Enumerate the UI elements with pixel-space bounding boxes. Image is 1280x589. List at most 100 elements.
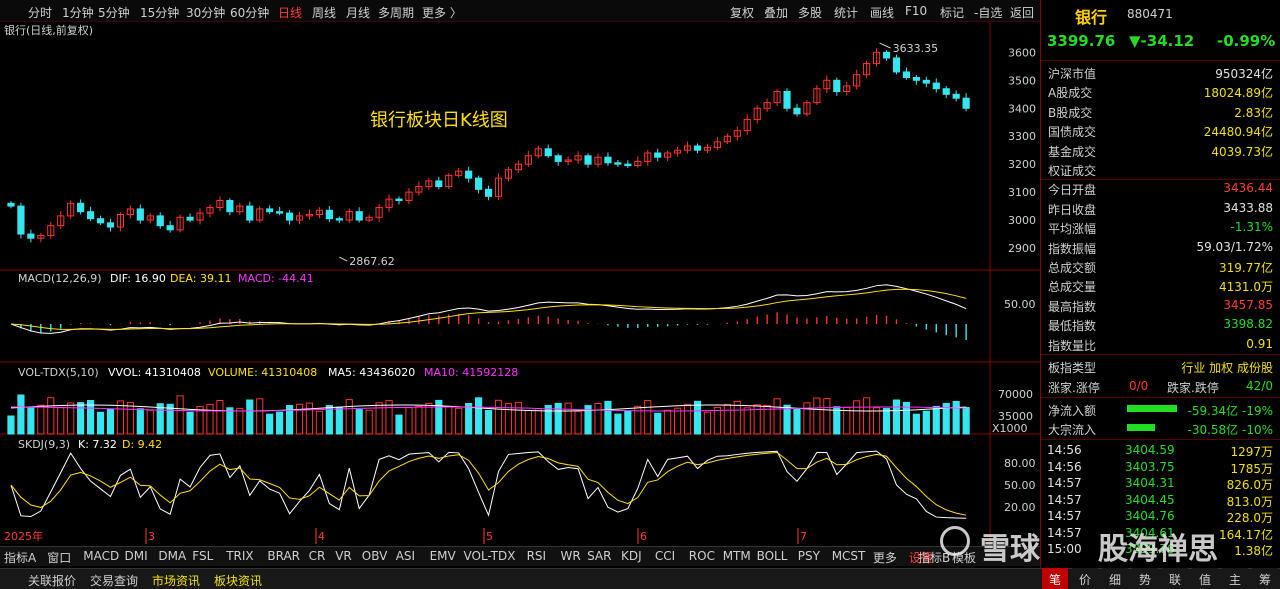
y-tick-main: 3500 bbox=[1008, 74, 1036, 87]
period-9[interactable]: 多周期 bbox=[378, 4, 414, 21]
chart-title: 银行板块日K线图 bbox=[370, 110, 508, 131]
tool-1[interactable]: 叠加 bbox=[764, 4, 788, 21]
macd-dea: DEA: 39.11 bbox=[170, 272, 231, 285]
tick-row[interactable]: 14:56 3404.59 1297万 bbox=[1041, 442, 1280, 459]
vol-y-tick: 70000 bbox=[998, 388, 1033, 401]
period-3[interactable]: 15分钟 bbox=[140, 4, 179, 21]
panel-tab-6[interactable]: 主 bbox=[1222, 568, 1248, 589]
status-tab-1[interactable]: 交易查询 bbox=[90, 572, 138, 589]
indicator-tab-21[interactable]: BOLL bbox=[757, 549, 788, 563]
tool-7[interactable]: -自选 bbox=[974, 4, 1002, 21]
indicator-tab-1[interactable]: 窗口 bbox=[47, 549, 71, 566]
indicator-tab-18[interactable]: CCI bbox=[655, 549, 675, 563]
status-tab-2[interactable]: 市场资讯 bbox=[152, 572, 200, 589]
tool-6[interactable]: 标记 bbox=[940, 4, 964, 21]
period-0[interactable]: 分时 bbox=[28, 4, 52, 21]
indicator-tab-3[interactable]: DMI bbox=[125, 549, 148, 563]
tick-row[interactable]: 14:57 3404.76 228.0万 bbox=[1041, 508, 1280, 525]
panel-tab-0[interactable]: 笔 bbox=[1042, 568, 1068, 589]
panel-tab-1[interactable]: 价 bbox=[1072, 568, 1098, 589]
tool-0[interactable]: 复权 bbox=[730, 4, 754, 21]
volume-bar bbox=[27, 406, 35, 435]
period-7[interactable]: 周线 bbox=[312, 4, 336, 21]
indicator-tab-15[interactable]: WR bbox=[561, 549, 581, 563]
period-1[interactable]: 1分钟 bbox=[62, 4, 94, 21]
period-6[interactable]: 日线 bbox=[278, 4, 302, 21]
volume-bar bbox=[295, 403, 304, 435]
indicator-tab-5[interactable]: FSL bbox=[192, 549, 213, 563]
candle-body bbox=[186, 216, 194, 221]
candle-body bbox=[912, 77, 920, 81]
tool-4[interactable]: 画线 bbox=[870, 4, 894, 21]
tool-2[interactable]: 多股 bbox=[798, 4, 822, 21]
panel-tab-7[interactable]: 筹 bbox=[1252, 568, 1278, 589]
indicator-tab-16[interactable]: SAR bbox=[587, 549, 611, 563]
big-inflow-label: 大宗流入 bbox=[1048, 423, 1097, 437]
indicator-tab-0[interactable]: 指标A bbox=[4, 549, 36, 566]
indicator-tab-2[interactable]: MACD bbox=[83, 549, 119, 563]
period-5[interactable]: 60分钟 bbox=[230, 4, 269, 21]
kline-chart-svg[interactable]: 银行(日线,前复权) 银行板块日K线图 3600 3500 3400 3300 3200 31… bbox=[0, 22, 1040, 546]
indicator-tab-22[interactable]: PSY bbox=[798, 549, 820, 563]
indicator-tab-13[interactable]: VOL-TDX bbox=[464, 549, 516, 563]
volume-bar bbox=[713, 406, 721, 435]
period-8[interactable]: 月线 bbox=[346, 4, 370, 21]
volume-bar bbox=[77, 402, 85, 435]
indicator-tab-14[interactable]: RSI bbox=[527, 549, 547, 563]
indicator-tab-9[interactable]: VR bbox=[335, 549, 352, 563]
period-toolbar: 分时 1分钟 5分钟 15分钟 30分钟 60分钟 日线 周线 月线 多周期 更多 〉 复权 叠加 多股统… bbox=[0, 0, 1040, 22]
period-2[interactable]: 5分钟 bbox=[98, 4, 130, 21]
candle-body bbox=[614, 162, 622, 165]
y-tick-main: 3200 bbox=[1008, 158, 1036, 171]
indicator-tab-20[interactable]: MTM bbox=[723, 549, 751, 563]
stat-value: 18024.89亿 bbox=[1203, 86, 1273, 101]
tick-volume: 813.0万 bbox=[1226, 494, 1273, 509]
volume-bar bbox=[57, 407, 65, 435]
tick-row[interactable]: 14:57 3404.31 826.0万 bbox=[1041, 475, 1280, 492]
indicator-tab-6[interactable]: TRIX bbox=[226, 549, 253, 563]
indicator-tab-12[interactable]: EMV bbox=[430, 549, 456, 563]
indicator-tab-10[interactable]: OBV bbox=[362, 549, 388, 563]
volume-bar bbox=[554, 402, 562, 435]
volume-bar bbox=[614, 413, 622, 435]
tick-time: 14:56 bbox=[1047, 443, 1082, 457]
indicator-tab-19[interactable]: ROC bbox=[689, 549, 715, 563]
candle-body bbox=[166, 225, 174, 231]
tick-row[interactable]: 14:57 3404.45 813.0万 bbox=[1041, 492, 1280, 509]
panel-tab-2[interactable]: 细 bbox=[1102, 568, 1128, 589]
skdj-k-line bbox=[10, 450, 967, 519]
panel-tab-3[interactable]: 势 bbox=[1132, 568, 1158, 589]
panel-tab-4[interactable]: 联 bbox=[1162, 568, 1188, 589]
indicator-tab-23[interactable]: MCST bbox=[832, 549, 866, 563]
volume-bar bbox=[37, 404, 45, 435]
period-4[interactable]: 30分钟 bbox=[186, 4, 225, 21]
volume-bar bbox=[246, 399, 254, 435]
chart-area[interactable]: 银行(日线,前复权) 银行板块日K线图 3600 3500 3400 3300 3200 31… bbox=[0, 22, 1040, 546]
indicator-tab-24[interactable]: 更多 bbox=[873, 549, 897, 566]
macd-y-tick: 50.00 bbox=[1004, 298, 1036, 311]
volume-bar bbox=[952, 400, 960, 435]
vol-ma10: MA10: 41592128 bbox=[424, 366, 518, 379]
stat-label: 总成交额 bbox=[1048, 261, 1097, 275]
indicator-tab-8[interactable]: CR bbox=[309, 549, 326, 563]
volume-bar bbox=[654, 412, 662, 435]
panel-tab-5[interactable]: 值 bbox=[1192, 568, 1218, 589]
volume-bar bbox=[475, 397, 483, 435]
indicator-tab-4[interactable]: DMA bbox=[158, 549, 186, 563]
tool-5[interactable]: F10 bbox=[905, 4, 927, 18]
volume-bar bbox=[674, 407, 682, 435]
volume-bar bbox=[863, 397, 871, 435]
tool-8[interactable]: 返回 bbox=[1010, 4, 1034, 21]
indicator-tab-17[interactable]: KDJ bbox=[621, 549, 642, 563]
tick-row[interactable]: 14:56 3403.75 1785万 bbox=[1041, 459, 1280, 476]
status-tab-3[interactable]: 板块资讯 bbox=[214, 572, 262, 589]
period-10[interactable]: 更多 〉 bbox=[422, 4, 462, 21]
indicator-tab-7[interactable]: BRAR bbox=[267, 549, 300, 563]
high-marker-label: 3633.35 bbox=[893, 42, 939, 55]
indicator-tab-11[interactable]: ASI bbox=[396, 549, 415, 563]
xueqiu-logo-icon bbox=[940, 526, 970, 556]
status-tab-0[interactable]: 关联报价 bbox=[28, 572, 76, 589]
candle-body bbox=[226, 200, 234, 213]
tool-3[interactable]: 统计 bbox=[834, 4, 858, 21]
volume-bar bbox=[345, 399, 353, 435]
